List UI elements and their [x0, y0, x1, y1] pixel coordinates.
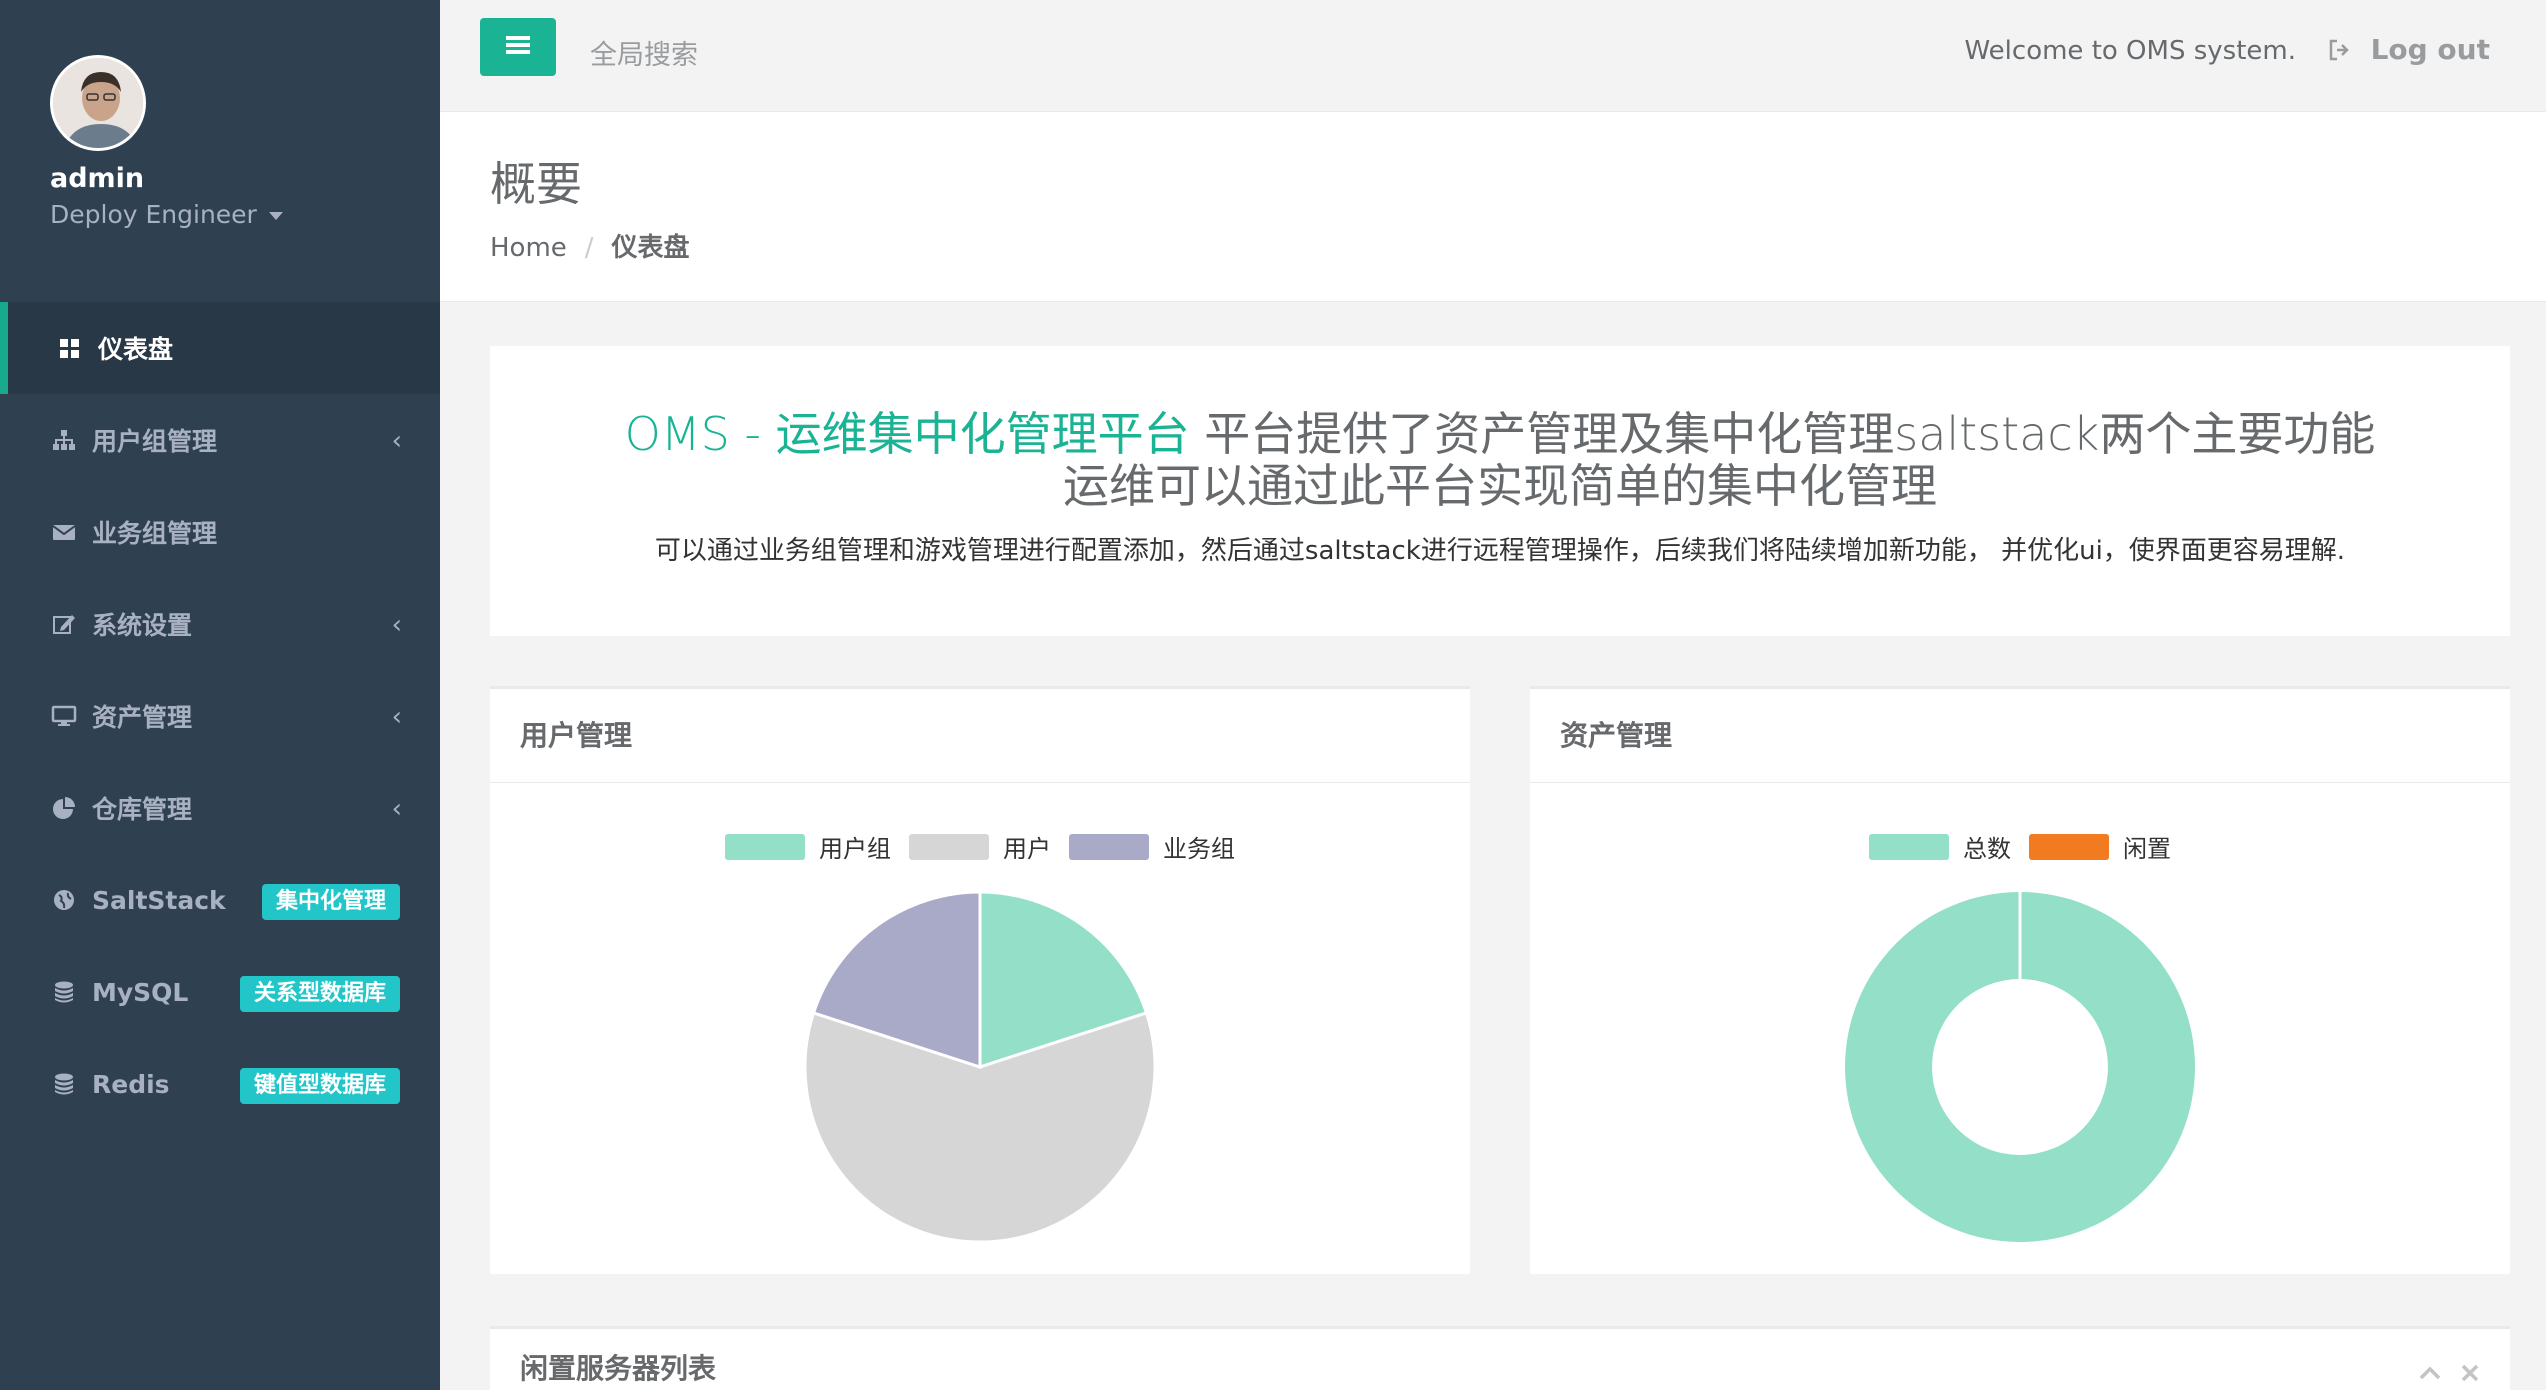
chevron-left-icon: ‹ — [391, 610, 402, 640]
intro-subheadline: 运维可以通过此平台实现简单的集中化管理 — [1063, 459, 1937, 513]
chart-legend: 用户组 用户 业务组 — [490, 829, 1470, 864]
caret-down-icon — [268, 212, 283, 220]
sidebar-item-assets[interactable]: 资产管理 ‹ — [0, 670, 440, 762]
breadcrumb: Home / 仪表盘 — [490, 227, 690, 264]
database-icon — [50, 978, 78, 1006]
sidebar-item-label: 用户组管理 — [92, 427, 218, 456]
sidebar-item-saltstack[interactable]: SaltStack 集中化管理 — [0, 854, 440, 946]
panel-tools — [2418, 1363, 2480, 1387]
sidebar-item-dashboard[interactable]: 仪表盘 — [0, 302, 440, 394]
sidebar-item-label: 系统设置 — [92, 611, 193, 640]
breadcrumb-current: 仪表盘 — [611, 233, 690, 263]
legend-swatch — [909, 833, 989, 860]
sidebar-item-business-groups[interactable]: 业务组管理 — [0, 486, 440, 578]
legend-label: 总数 — [1963, 835, 2011, 863]
sign-out-icon — [2327, 37, 2353, 63]
sidebar-item-label: SaltStack — [92, 885, 226, 915]
legend-label: 用户 — [1003, 835, 1051, 863]
globe-icon — [50, 886, 78, 914]
profile-name: admin — [50, 163, 145, 194]
edit-icon — [50, 610, 78, 638]
sidebar-item-label: 仪表盘 — [98, 335, 174, 364]
profile: admin Deploy Engineer — [50, 55, 283, 229]
intro-panel: OMS - 运维集中化管理平台 平台提供了资产管理及集中化管理saltstack… — [490, 346, 2510, 636]
chevron-left-icon: ‹ — [391, 426, 402, 456]
sitemap-icon — [50, 426, 78, 454]
profile-role-dropdown[interactable]: Deploy Engineer — [50, 200, 283, 229]
legend-label: 闲置 — [2123, 835, 2171, 863]
panel-title: 闲置服务器列表 — [520, 1352, 717, 1385]
sidebar-badge: 集中化管理 — [261, 884, 400, 920]
legend-item-user-groups[interactable]: 用户组 — [725, 829, 891, 864]
profile-role-label: Deploy Engineer — [50, 200, 257, 229]
chevron-left-icon: ‹ — [391, 702, 402, 732]
legend-swatch — [725, 833, 805, 860]
idle-servers-panel: 闲置服务器列表 — [490, 1326, 2510, 1390]
logout-link[interactable]: Log out — [2327, 33, 2490, 66]
legend-item-users[interactable]: 用户 — [909, 829, 1051, 864]
database-icon — [50, 1070, 78, 1098]
panel-title: 资产管理 — [1530, 689, 2510, 783]
hamburger-icon — [505, 34, 531, 60]
donut-hole — [1932, 979, 2108, 1155]
breadcrumb-separator: / — [584, 233, 594, 263]
legend-swatch — [1069, 833, 1149, 860]
topbar: 全局搜索 Welcome to OMS system. Log out — [440, 0, 2546, 112]
close-icon[interactable] — [2460, 1363, 2480, 1387]
legend-label: 用户组 — [819, 835, 891, 863]
intro-description: 可以通过业务组管理和游戏管理进行配置添加，然后通过saltstack进行远程管理… — [654, 536, 2346, 566]
legend-label: 业务组 — [1163, 835, 1235, 863]
sidebar: admin Deploy Engineer 仪表盘 用户组管理 ‹ 业务组管理 … — [0, 0, 440, 1390]
global-search[interactable]: 全局搜索 — [590, 33, 698, 72]
avatar[interactable] — [50, 55, 146, 151]
asset-donut-chart — [1845, 892, 2195, 1242]
sidebar-item-label: 仓库管理 — [92, 795, 193, 824]
legend-item-business-groups[interactable]: 业务组 — [1069, 829, 1235, 864]
sidebar-item-system-settings[interactable]: 系统设置 ‹ — [0, 578, 440, 670]
page-heading: 概要 Home / 仪表盘 — [440, 112, 2546, 302]
sidebar-item-label: 资产管理 — [92, 703, 193, 732]
sidebar-item-label: MySQL — [92, 977, 189, 1007]
chevron-up-icon[interactable] — [2418, 1365, 2442, 1385]
chart-legend: 总数 闲置 — [1530, 829, 2510, 864]
desktop-icon — [50, 702, 78, 730]
chevron-left-icon: ‹ — [391, 794, 402, 824]
dashboard-icon — [56, 334, 84, 362]
sidebar-badge: 关系型数据库 — [239, 976, 400, 1012]
sidebar-item-redis[interactable]: Redis 键值型数据库 — [0, 1038, 440, 1130]
sidebar-item-user-groups[interactable]: 用户组管理 ‹ — [0, 394, 440, 486]
pie-chart-icon — [50, 794, 78, 822]
menu-toggle-button[interactable] — [480, 18, 556, 76]
legend-item-total[interactable]: 总数 — [1869, 829, 2011, 864]
asset-management-panel: 资产管理 总数 闲置 — [1530, 686, 2510, 1274]
breadcrumb-home[interactable]: Home — [490, 233, 567, 263]
sidebar-nav: 仪表盘 用户组管理 ‹ 业务组管理 系统设置 ‹ 资产管理 ‹ 仓库管理 ‹ S… — [0, 302, 440, 1130]
sidebar-item-mysql[interactable]: MySQL 关系型数据库 — [0, 946, 440, 1038]
panel-title: 用户管理 — [490, 689, 1470, 783]
page-title: 概要 — [490, 157, 582, 211]
legend-item-idle[interactable]: 闲置 — [2029, 829, 2171, 864]
legend-swatch — [1869, 833, 1949, 860]
sidebar-item-label: 业务组管理 — [92, 519, 218, 548]
user-management-panel: 用户管理 用户组 用户 业务组 — [490, 686, 1470, 1274]
user-pie-chart — [803, 890, 1157, 1244]
logout-label: Log out — [2370, 33, 2490, 66]
sidebar-badge: 键值型数据库 — [239, 1068, 400, 1104]
welcome-message: Welcome to OMS system. — [1964, 36, 2297, 66]
legend-swatch — [2029, 833, 2109, 860]
sidebar-item-repository[interactable]: 仓库管理 ‹ — [0, 762, 440, 854]
sidebar-item-label: Redis — [92, 1069, 170, 1099]
envelope-icon — [50, 518, 78, 546]
